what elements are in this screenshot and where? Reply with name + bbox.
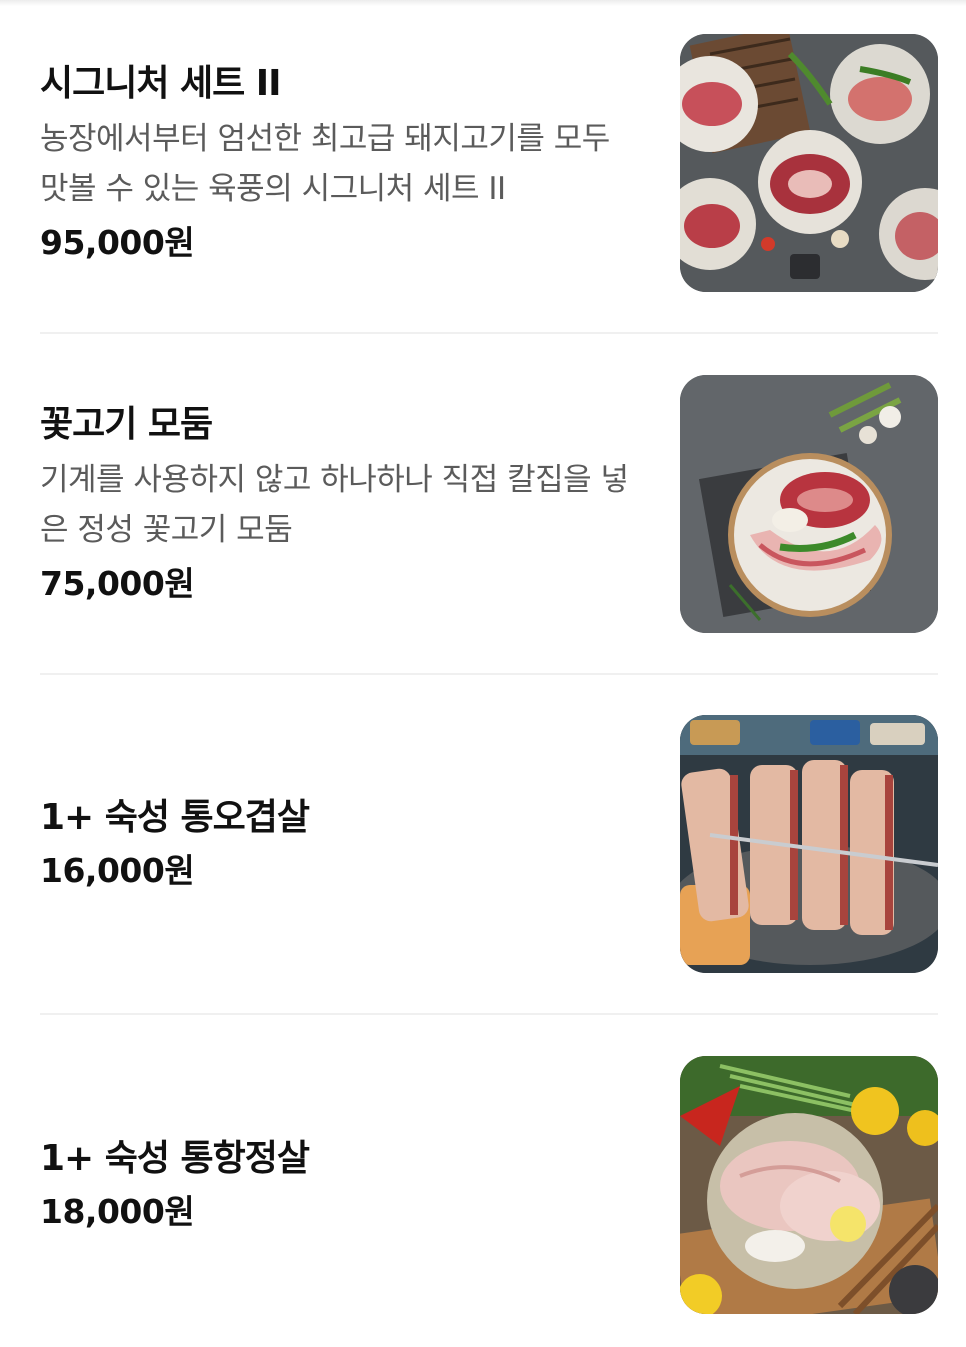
divider [40,673,938,675]
top-edge-shadow [0,0,966,6]
menu-item-aged-pork-jowl[interactable]: 1+ 숙성 통항정살 18,000원 [40,1056,938,1314]
grilled-pork-belly-photo[interactable] [680,715,938,973]
menu-item-info: 1+ 숙성 통항정살 18,000원 [40,1056,640,1314]
pork-jowl-photo[interactable] [680,1056,938,1314]
menu-item-description: 기계를 사용하지 않고 하나하나 직접 칼집을 넣은 정성 꽃고기 모둠 [40,462,629,548]
menu-item-name: 시그니처 세트 II [40,63,282,104]
meat-platter-photo[interactable] [680,34,938,292]
menu-item-flower-meat-combo[interactable]: 꽃고기 모둠 기계를 사용하지 않고 하나하나 직접 칼집을 넣은 정성 꽃고기… [40,375,938,633]
menu-item-name: 꽃고기 모둠 [40,404,213,445]
menu-item-name: 1+ 숙성 통오겹살 [40,797,310,838]
menu-item-signature-set[interactable]: 시그니처 세트 II 농장에서부터 엄선한 최고급 돼지고기를 모두 맛볼 수 … [40,34,938,292]
pork-plate-photo[interactable] [680,375,938,633]
menu-item-info: 1+ 숙성 통오겹살 16,000원 [40,715,640,973]
divider [40,1013,938,1015]
menu-item-price: 18,000원 [40,1192,195,1231]
menu-item-description: 농장에서부터 엄선한 최고급 돼지고기를 모두 맛볼 수 있는 육풍의 시그니처… [40,121,610,207]
menu-item-price: 75,000원 [40,564,195,603]
menu-item-info: 시그니처 세트 II 농장에서부터 엄선한 최고급 돼지고기를 모두 맛볼 수 … [40,34,640,292]
menu-item-aged-pork-belly[interactable]: 1+ 숙성 통오겹살 16,000원 [40,715,938,973]
menu-item-info: 꽃고기 모둠 기계를 사용하지 않고 하나하나 직접 칼집을 넣은 정성 꽃고기… [40,375,640,633]
menu-item-price: 16,000원 [40,851,195,890]
menu-item-price: 95,000원 [40,223,195,262]
menu-item-name: 1+ 숙성 통항정살 [40,1138,310,1179]
divider [40,332,938,334]
